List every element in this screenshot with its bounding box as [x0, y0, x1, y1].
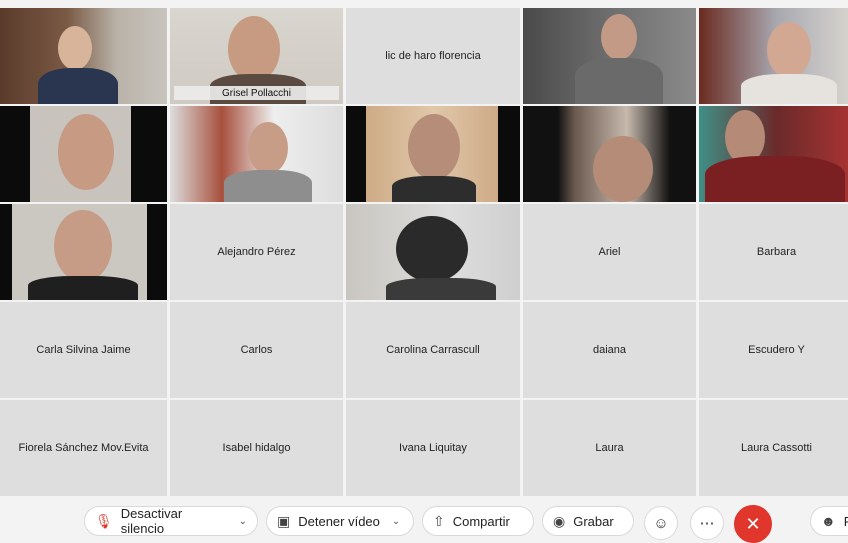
record-button[interactable]: ◉ Grabar [542, 506, 634, 536]
participant-name: Escudero Y [748, 344, 805, 356]
participant-tile[interactable]: Ariel [523, 204, 696, 300]
participant-name: Alejandro Pérez [217, 246, 296, 258]
participant-tile[interactable]: Carolina Carrascull [346, 302, 520, 398]
participant-tile[interactable]: Laura [523, 400, 696, 496]
mute-button[interactable]: 🎙 Desactivar silencio ⌄ [84, 506, 258, 536]
participant-tile[interactable] [523, 8, 696, 104]
close-icon: ✕ [745, 513, 761, 534]
participant-tile-active[interactable]: Grisel Pollacchi [170, 8, 343, 104]
participant-name: Carolina Carrascull [386, 344, 480, 356]
participant-name: Carlos [240, 344, 273, 356]
smiley-icon: ☺ [653, 514, 669, 532]
meeting-toolbar: 🎙 Desactivar silencio ⌄ ▣ Detener vídeo … [0, 500, 848, 543]
participant-tile[interactable]: Escudero Y [699, 302, 848, 398]
participant-tile[interactable] [0, 8, 167, 104]
participant-tile[interactable] [699, 106, 848, 202]
participant-tile[interactable]: lic de haro florencia [346, 8, 520, 104]
participant-tile[interactable]: Carlos [170, 302, 343, 398]
chevron-down-icon[interactable]: ⌄ [392, 516, 400, 527]
more-icon: ⋯ [699, 515, 715, 532]
participant-tile[interactable]: Ivana Liquitay [346, 400, 520, 496]
video-button[interactable]: ▣ Detener vídeo ⌄ [266, 506, 414, 536]
participant-name: Fiorela Sánchez Mov.Evita [18, 442, 149, 454]
video-grid: Grisel Pollacchi lic de haro florencia A… [0, 8, 848, 498]
participant-tile[interactable] [0, 204, 167, 300]
participant-name: Ivana Liquitay [399, 442, 467, 454]
reactions-button[interactable]: ☺ [644, 506, 678, 540]
participant-tile[interactable] [346, 204, 520, 300]
record-label: Grabar [573, 513, 614, 529]
participant-tile[interactable]: Fiorela Sánchez Mov.Evita [0, 400, 167, 496]
camera-icon: ▣ [277, 512, 291, 529]
participant-tile[interactable]: Barbara [699, 204, 848, 300]
participant-tile[interactable]: Carla Silvina Jaime [0, 302, 167, 398]
mic-muted-icon: 🎙 [95, 512, 113, 529]
participant-tile[interactable] [523, 106, 696, 202]
participant-tile[interactable]: Isabel hidalgo [170, 400, 343, 496]
participant-name: Barbara [756, 246, 797, 258]
participant-tile[interactable] [699, 8, 848, 104]
participant-name: Carla Silvina Jaime [36, 344, 131, 356]
participants-button[interactable]: ☻ P [810, 506, 848, 536]
participant-name: lic de haro florencia [385, 50, 481, 62]
participant-tile[interactable]: Laura Cassotti [699, 400, 848, 496]
participant-name: Laura Cassotti [741, 442, 812, 454]
participant-name: Grisel Pollacchi [222, 87, 291, 99]
more-button[interactable]: ⋯ [690, 506, 724, 540]
participant-name: Laura [595, 442, 624, 454]
share-label: Compartir [452, 513, 510, 529]
participant-name: daiana [592, 344, 627, 356]
mute-label: Desactivar silencio [120, 506, 183, 536]
participant-name: Isabel hidalgo [222, 442, 291, 454]
participant-tile[interactable] [0, 106, 167, 202]
share-icon: ⇧ [433, 512, 445, 529]
participant-tile[interactable] [346, 106, 520, 202]
chevron-down-icon[interactable]: ⌄ [239, 516, 247, 527]
record-icon: ◉ [553, 512, 566, 529]
participants-label: P [844, 514, 848, 529]
leave-button[interactable]: ✕ [734, 505, 772, 543]
participant-name: Ariel [598, 246, 621, 258]
participant-name-caption: Grisel Pollacchi [174, 86, 339, 100]
participant-tile[interactable]: daiana [523, 302, 696, 398]
participant-tile[interactable]: Alejandro Pérez [170, 204, 343, 300]
video-label: Detener vídeo [298, 513, 380, 529]
participant-tile[interactable] [170, 106, 343, 202]
person-icon: ☻ [821, 513, 836, 529]
share-button[interactable]: ⇧ Compartir [422, 506, 534, 536]
